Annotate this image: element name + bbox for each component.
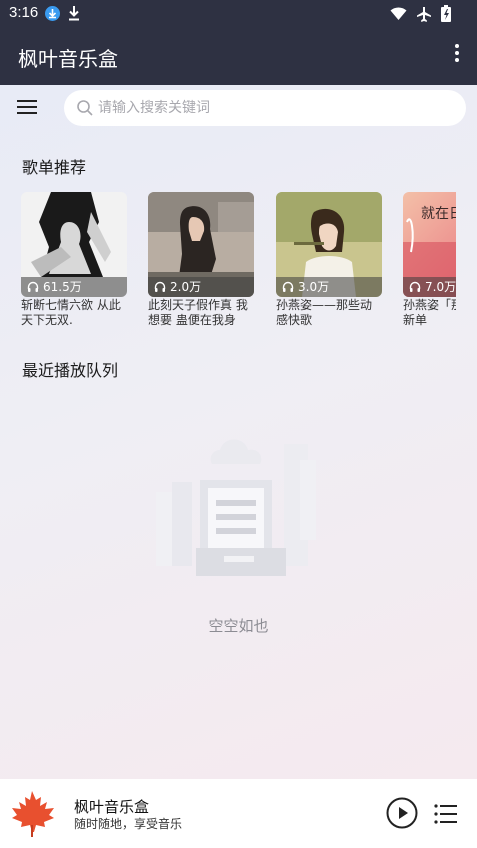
app-title: 枫叶音乐盒 (18, 47, 118, 71)
maple-leaf-icon (8, 789, 56, 837)
play-count: 3.0万 (282, 278, 329, 295)
play-count: 61.5万 (27, 278, 82, 295)
app-bar: 枫叶音乐盒 (0, 28, 477, 85)
headphones-icon (154, 281, 166, 292)
status-bar: 3:16 (0, 0, 477, 28)
playlist-name: 孙燕姿——那些动感快歌 (276, 298, 373, 327)
mini-player[interactable]: 枫叶音乐盒 随时随地，享受音乐 (0, 779, 477, 848)
playlist-cover: 3.0万 (276, 192, 382, 297)
playlist-name: 此刻天子假作真 我想要 蛊便在我身 (148, 298, 248, 327)
wifi-icon (390, 7, 407, 20)
play-count: 2.0万 (154, 278, 201, 295)
playlist-cover: 2.0万 (148, 192, 254, 297)
download-icon (67, 5, 81, 25)
system-icons (390, 5, 451, 22)
section-title-recommended: 歌单推荐 (22, 158, 87, 177)
playlist-row: 61.5万 斩断七情六欲 从此天下无双. 2.0万 此刻天子假作真 我想要 蛊便… (21, 192, 456, 332)
playlist-queue-button[interactable] (434, 803, 458, 825)
play-button[interactable] (386, 797, 418, 829)
empty-state-text: 空空如也 (208, 617, 269, 635)
headphones-icon (409, 281, 421, 292)
now-playing-title: 枫叶音乐盒 (74, 798, 150, 816)
headphones-icon (27, 281, 39, 292)
more-options-icon[interactable] (453, 44, 461, 66)
play-count: 7.0万 (409, 278, 456, 295)
playlist-name: 孙燕姿「那以后」新单 (403, 298, 456, 327)
headphones-icon (282, 281, 294, 292)
download-badge-icon (45, 6, 60, 21)
playlist-card[interactable]: 61.5万 斩断七情六欲 从此天下无双. (21, 192, 127, 328)
play-icon (386, 797, 418, 829)
playlist-cover: 61.5万 (21, 192, 127, 297)
section-title-recent-queue: 最近播放队列 (22, 361, 119, 380)
search-icon (76, 99, 94, 121)
airplane-icon (417, 6, 431, 22)
battery-icon (441, 5, 451, 22)
playlist-card[interactable]: 就在日 7.0万 孙燕姿「那以后」新单 (403, 192, 456, 328)
now-playing-subtitle: 随时随地，享受音乐 (74, 817, 183, 831)
svg-text:就在日: 就在日 (421, 206, 456, 222)
search-bar[interactable] (64, 90, 466, 126)
playlist-card[interactable]: 2.0万 此刻天子假作真 我想要 蛊便在我身 (148, 192, 254, 328)
empty-box-illustration (150, 430, 325, 580)
playlist-cover: 就在日 7.0万 (403, 192, 456, 297)
search-input[interactable] (98, 96, 448, 120)
playlist-card[interactable]: 3.0万 孙燕姿——那些动感快歌 (276, 192, 382, 328)
status-time: 3:16 (9, 4, 39, 21)
playlist-name: 斩断七情六欲 从此天下无双. (21, 298, 121, 327)
menu-icon[interactable] (14, 96, 40, 122)
queue-list-icon (434, 804, 457, 824)
